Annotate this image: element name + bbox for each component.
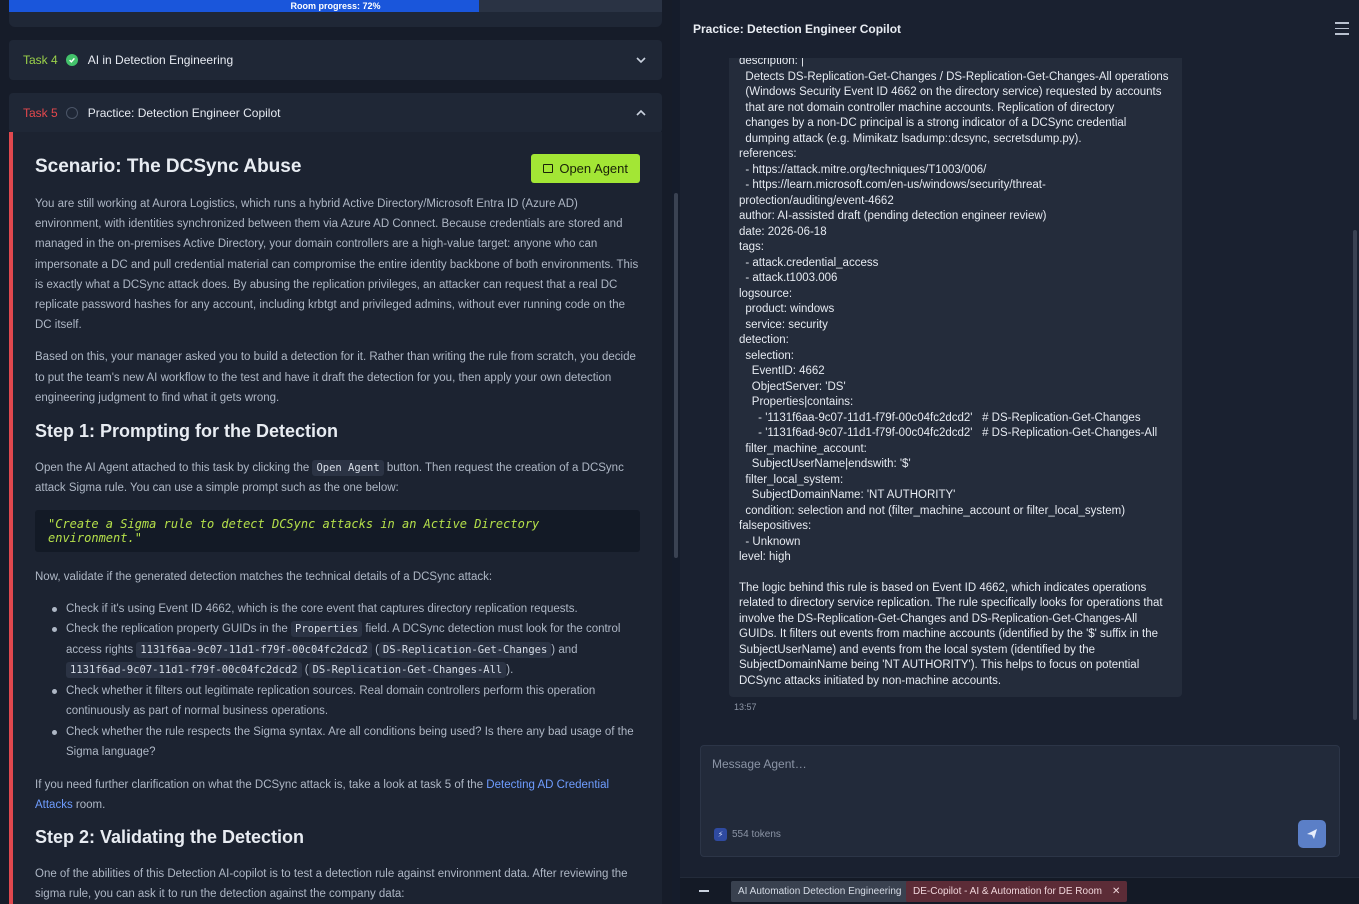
token-counter: ⚡ 554 tokens (714, 828, 781, 841)
chat-icon (543, 164, 554, 173)
task-title: AI in Detection Engineering (87, 53, 234, 67)
tab-de-copilot[interactable]: DE-Copilot - AI & Automation for DE Room… (906, 881, 1128, 902)
step-2-title: Step 2: Validating the Detection (35, 827, 305, 848)
message-input[interactable]: Message Agent… (712, 757, 807, 771)
tab-ai-automation[interactable]: AI Automation Detection Engineering (731, 881, 909, 902)
text: ). (506, 664, 514, 677)
inline-code: DS-Replication-Get-Changes-All (308, 662, 507, 679)
send-button[interactable] (1298, 820, 1326, 848)
room-progress-bar: Room progress: 72% (9, 0, 662, 12)
bottom-tab-bar: AI Automation Detection Engineering DE-C… (680, 877, 1359, 904)
chevron-down-icon[interactable] (634, 53, 648, 67)
open-agent-label: Open Agent (559, 161, 628, 176)
list-item: Check the replication property GUIDs in … (35, 619, 640, 681)
message-timestamp: 13:57 (734, 702, 757, 712)
list-item: Check whether it filters out legitimate … (35, 681, 640, 722)
open-agent-button[interactable]: Open Agent (531, 154, 640, 183)
chat-scrollbar[interactable] (1353, 230, 1357, 720)
close-icon[interactable]: ✕ (1112, 886, 1120, 897)
scenario-title: Scenario: The DCSync Abuse (35, 156, 302, 177)
open-agent-code: Open Agent (312, 460, 384, 477)
text: Open the AI Agent attached to this task … (35, 462, 313, 475)
token-count: 554 tokens (732, 829, 781, 840)
validate-paragraph: Now, validate if the generated detection… (35, 571, 493, 584)
step-1-paragraph: Open the AI Agent attached to this task … (35, 458, 640, 498)
prompt-example: "Create a Sigma rule to detect DCSync at… (48, 517, 540, 546)
agent-header: Practice: Detection Engineer Copilot (680, 0, 1359, 58)
task-content: Scenario: The DCSync Abuse Open Agent Yo… (9, 132, 662, 904)
tab-label: DE-Copilot - AI & Automation for DE Room (913, 886, 1102, 897)
text: room. (72, 798, 106, 811)
tab-label: AI Automation Detection Engineering (738, 886, 902, 897)
inline-code: 1131f6ad-9c07-11d1-f79f-00c04fc2dcd2 (66, 662, 302, 679)
sigma-rule-text: description: | Detects DS-Replication-Ge… (739, 55, 1169, 563)
bolt-icon: ⚡ (714, 828, 727, 841)
agent-title: Practice: Detection Engineer Copilot (693, 22, 902, 36)
step-1-title: Step 1: Prompting for the Detection (35, 421, 339, 442)
task-number: Task 4 (23, 53, 58, 67)
prompt-example-block: "Create a Sigma rule to detect DCSync at… (35, 510, 640, 553)
task-number: Task 5 (23, 106, 58, 120)
scenario-paragraph-1: You are still working at Aurora Logistic… (35, 198, 639, 332)
text: ( (371, 643, 379, 656)
message-composer[interactable]: Message Agent… ⚡ 554 tokens (700, 745, 1340, 857)
inline-code: 1131f6aa-9c07-11d1-f79f-00c04fc2dcd2 (136, 641, 372, 658)
agent-panel: description: | Detects DS-Replication-Ge… (680, 0, 1359, 904)
chevron-up-icon[interactable] (634, 106, 648, 120)
task-5-header[interactable]: Task 5 Practice: Detection Engineer Copi… (9, 93, 662, 133)
text: Check the replication property GUIDs in … (66, 623, 291, 636)
minimize-icon[interactable] (699, 890, 709, 892)
task-4-header[interactable]: Task 4 AI in Detection Engineering (9, 40, 662, 80)
rule-explanation: The logic behind this rule is based on E… (739, 581, 1163, 687)
text: ( (301, 664, 309, 677)
list-item: Check if it's using Event ID 4662, which… (35, 599, 640, 620)
scenario-paragraph-2: Based on this, your manager asked you to… (35, 351, 636, 404)
clarification-paragraph: If you need further clarification on wha… (35, 775, 640, 815)
send-icon (1307, 829, 1317, 839)
previous-task-header[interactable] (9, 12, 662, 27)
text: If you need further clarification on wha… (35, 778, 487, 791)
task-panel: Room progress: 72% Task 4 AI in Detectio… (0, 0, 672, 904)
agent-message: description: | Detects DS-Replication-Ge… (729, 52, 1182, 697)
completed-check-icon (65, 54, 78, 66)
text: ) and (551, 643, 578, 656)
validation-checklist: Check if it's using Event ID 4662, which… (35, 599, 640, 763)
list-item: Check whether the rule respects the Sigm… (35, 722, 640, 763)
inline-code: Properties (291, 621, 363, 638)
step-2-paragraph: One of the abilities of this Detection A… (35, 868, 628, 901)
incomplete-circle-icon (65, 107, 78, 119)
inline-code: DS-Replication-Get-Changes (378, 641, 552, 658)
room-progress-label: Room progress: 72% (290, 1, 381, 11)
menu-icon[interactable] (1335, 22, 1349, 35)
left-scrollbar[interactable] (674, 193, 678, 558)
task-title: Practice: Detection Engineer Copilot (87, 106, 281, 120)
